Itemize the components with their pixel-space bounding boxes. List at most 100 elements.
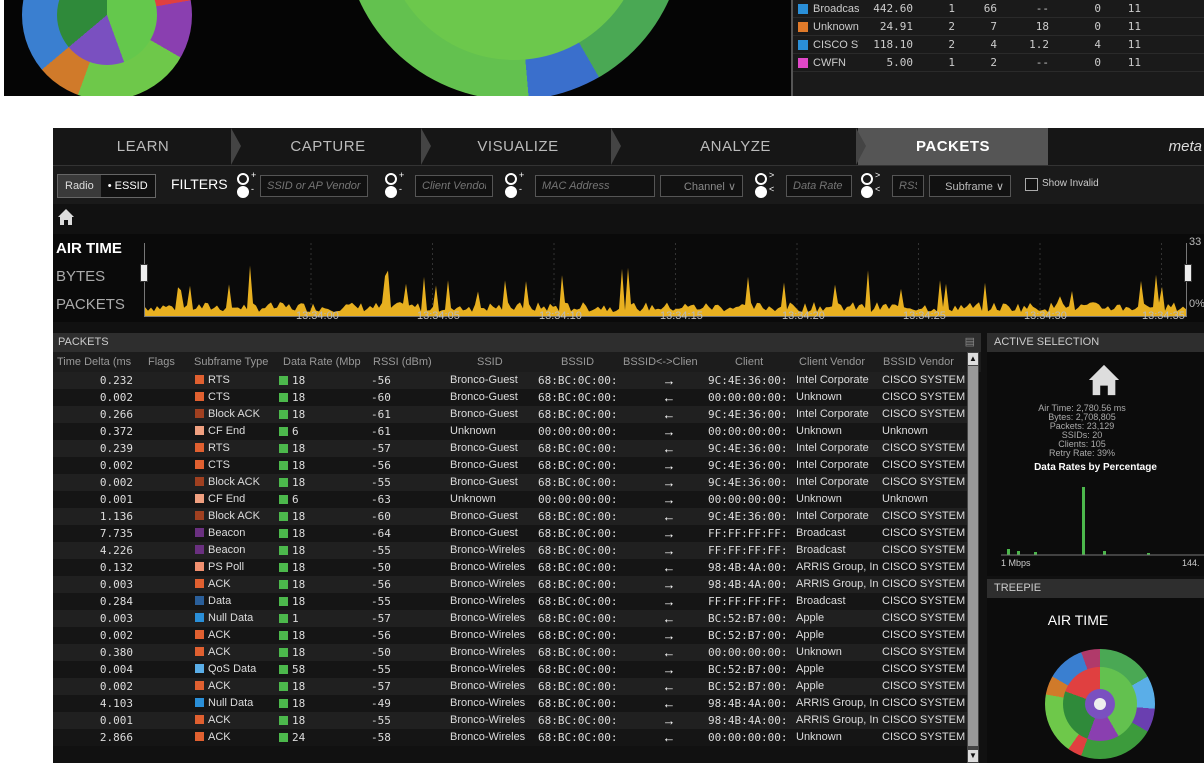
tab-analyze[interactable]: ANALYZE [613, 128, 866, 165]
scrollbar-thumb[interactable] [968, 366, 978, 746]
cell-subframe-type: ACK [195, 576, 283, 593]
vendor-summary-row[interactable]: CWFN 5.00 1 2 -- 0 11 [793, 54, 1204, 72]
timeline-metric-airtime[interactable]: AIR TIME [56, 240, 122, 257]
vendor-airtime: 442.60 [873, 2, 913, 15]
arrow-right-icon: → [662, 492, 676, 507]
table-row[interactable]: 1.136 Block ACK 18 -60 Bronco-Guest 68:BC:0C:… [53, 508, 967, 525]
subframe-color-swatch [195, 511, 204, 520]
table-row[interactable]: 0.001 CF End 6 -63 Unknown 00:00:00:00: → 00:00… [53, 491, 967, 508]
cell-bssid-vendor: CISCO SYSTEM [882, 646, 966, 658]
vendor-summary-row[interactable]: Broadcas 442.60 1 66 -- 0 11 [793, 0, 1204, 18]
arrow-left-icon: ← [662, 730, 676, 745]
table-row[interactable]: 7.735 Beacon 18 -64 Bronco-Guest 68:BC:0C:00:… [53, 525, 967, 542]
cell-rssi: -50 [371, 646, 391, 659]
timeline-metric-packets[interactable]: PACKETS [56, 296, 125, 313]
table-row[interactable]: 2.866 ACK 24 -58 Bronco-Wireles 68:BC:0C:00: ←… [53, 729, 967, 746]
cell-rssi: -50 [371, 561, 391, 574]
table-row[interactable]: 0.132 PS Poll 18 -50 Bronco-Wireles 68:BC:0C:… [53, 559, 967, 576]
treepie-chart[interactable] [1045, 649, 1155, 759]
table-row[interactable]: 4.103 Null Data 18 -49 Bronco-Wireles 68:BC:0… [53, 695, 967, 712]
scroll-down-icon[interactable]: ▼ [968, 750, 978, 762]
client-include-exclude[interactable]: + - [385, 170, 409, 199]
table-row[interactable]: 0.284 Data 18 -55 Bronco-Wireles 68:BC:0C:00:… [53, 593, 967, 610]
timeline-metric-bytes[interactable]: BYTES [56, 268, 105, 285]
table-row[interactable]: 0.002 CTS 18 -60 Bronco-Guest 68:BC:0C:00: ← 00… [53, 389, 967, 406]
radio-essid-toggle: Radio • ESSID [57, 174, 156, 198]
tab-learn[interactable]: LEARN [53, 128, 241, 165]
table-row[interactable]: 0.002 Block ACK 18 -55 Bronco-Guest 68:BC:0C:… [53, 474, 967, 491]
active-selection-title: ACTIVE SELECTION [987, 333, 1204, 352]
table-row[interactable]: 0.380 ACK 18 -50 Bronco-Wireles 68:BC:0C:00: ←… [53, 644, 967, 661]
cell-bssid: 68:BC:0C:00: [538, 476, 618, 489]
table-row[interactable]: 0.232 RTS 18 -56 Bronco-Guest 68:BC:0C:00: → 9C… [53, 372, 967, 389]
ssid-include-exclude[interactable]: + - [237, 170, 261, 199]
table-row[interactable]: 0.266 Block ACK 18 -61 Bronco-Guest 68:BC:0C:… [53, 406, 967, 423]
rate-color-swatch [279, 631, 288, 640]
table-row[interactable]: 0.002 ACK 18 -56 Bronco-Wireles 68:BC:0C:00: →… [53, 627, 967, 644]
scroll-up-icon[interactable]: ▲ [968, 353, 978, 365]
workflow-nav: LEARN CAPTURE VISUALIZE ANALYZE PACKETS … [53, 128, 1204, 165]
subframe-color-swatch [195, 698, 204, 707]
tab-packets[interactable]: PACKETS [858, 128, 1048, 165]
col-rssi[interactable]: RSSI (dBm) [373, 352, 451, 372]
clipboard-icon[interactable]: ▤ [965, 333, 975, 352]
col-client[interactable]: Client [735, 352, 775, 372]
col-data-rate[interactable]: Data Rate (Mbp [283, 352, 368, 372]
col-client-vendor[interactable]: Client Vendor [799, 352, 879, 372]
col-subframe-type[interactable]: Subframe Type [194, 352, 282, 372]
table-row[interactable]: 0.002 ACK 18 -57 Bronco-Wireles 68:BC:0C:00: ←… [53, 678, 967, 695]
col-bssid-vendor[interactable]: BSSID Vendor [883, 352, 967, 372]
table-row[interactable]: 0.239 RTS 18 -57 Bronco-Guest 68:BC:0C:00: ← 9C… [53, 440, 967, 457]
timeline-right-handle[interactable] [1184, 264, 1192, 282]
rssi-comparator[interactable]: > < [861, 170, 885, 199]
show-invalid-checkbox[interactable] [1025, 178, 1038, 191]
home-icon[interactable] [57, 208, 75, 226]
timeline-left-handle[interactable] [140, 264, 148, 282]
home-icon[interactable] [1087, 363, 1121, 397]
col-time-delta[interactable]: Time Delta (ms [57, 352, 141, 372]
table-row[interactable]: 0.004 QoS Data 58 -55 Bronco-Wireles 68:BC:0C… [53, 661, 967, 678]
cell-data-rate: 18 [279, 457, 359, 474]
ssid-filter-input[interactable] [260, 175, 368, 197]
mac-include-exclude[interactable]: + - [505, 170, 529, 199]
table-row[interactable]: 0.001 ACK 18 -55 Bronco-Wireles 68:BC:0C:00: →… [53, 712, 967, 729]
cell-client-vendor: ARRIS Group, In [796, 714, 879, 726]
cell-subframe-type: ACK [195, 627, 283, 644]
mac-address-input[interactable] [535, 175, 655, 197]
data-rate-input[interactable] [786, 175, 852, 197]
treepie-chart-center [344, 0, 684, 96]
cell-bssid-vendor: CISCO SYSTEM [882, 595, 966, 607]
col-ssid[interactable]: SSID [477, 352, 537, 372]
table-row[interactable]: 0.003 Null Data 1 -57 Bronco-Wireles 68:BC:0C… [53, 610, 967, 627]
table-row[interactable]: 0.002 CTS 18 -56 Bronco-Guest 68:BC:0C:00: → 9C… [53, 457, 967, 474]
data-rate-comparator[interactable]: > < [755, 170, 779, 199]
table-row[interactable]: 0.003 ACK 18 -56 Bronco-Wireles 68:BC:0C:00: →… [53, 576, 967, 593]
cell-subframe-type: Block ACK [195, 508, 283, 525]
tab-visualize[interactable]: VISUALIZE [423, 128, 621, 165]
channel-select[interactable]: Channel ∨ [660, 175, 743, 197]
table-row[interactable]: 0.372 CF End 6 -61 Unknown 00:00:00:00: → 00:00… [53, 423, 967, 440]
vendor-count: 4 [1094, 38, 1101, 51]
cell-time-delta: 0.002 [99, 629, 133, 642]
timeline-plot-area[interactable] [144, 243, 1187, 317]
vendor-count: 4 [990, 38, 997, 51]
col-bssid[interactable]: BSSID [561, 352, 621, 372]
cell-client: FF:FF:FF:FF: [708, 527, 788, 540]
cell-rssi: -49 [371, 697, 391, 710]
toggle-radio[interactable]: Radio [58, 175, 101, 197]
cell-time-delta: 0.002 [99, 391, 133, 404]
cell-client-vendor: Unknown [796, 493, 842, 505]
vendor-summary-row[interactable]: CISCO SY 118.10 2 4 1.2 4 11 [793, 36, 1204, 54]
cell-rssi: -60 [371, 510, 391, 523]
col-flags[interactable]: Flags [148, 352, 188, 372]
subframe-color-swatch [195, 528, 204, 537]
tab-capture[interactable]: CAPTURE [233, 128, 431, 165]
col-bssid-client-direction[interactable]: BSSID<->Clien [623, 352, 703, 372]
toggle-essid[interactable]: • ESSID [100, 175, 155, 197]
subframe-select[interactable]: Subframe ∨ [929, 175, 1011, 197]
table-row[interactable]: 4.226 Beacon 18 -55 Bronco-Wireles 68:BC:0C:0… [53, 542, 967, 559]
rssi-input[interactable] [892, 175, 924, 197]
vendor-summary-row[interactable]: Unknown 24.91 2 7 18 0 11 [793, 18, 1204, 36]
packets-scrollbar[interactable]: ▲ ▼ [967, 352, 979, 763]
client-vendor-input[interactable] [415, 175, 493, 197]
